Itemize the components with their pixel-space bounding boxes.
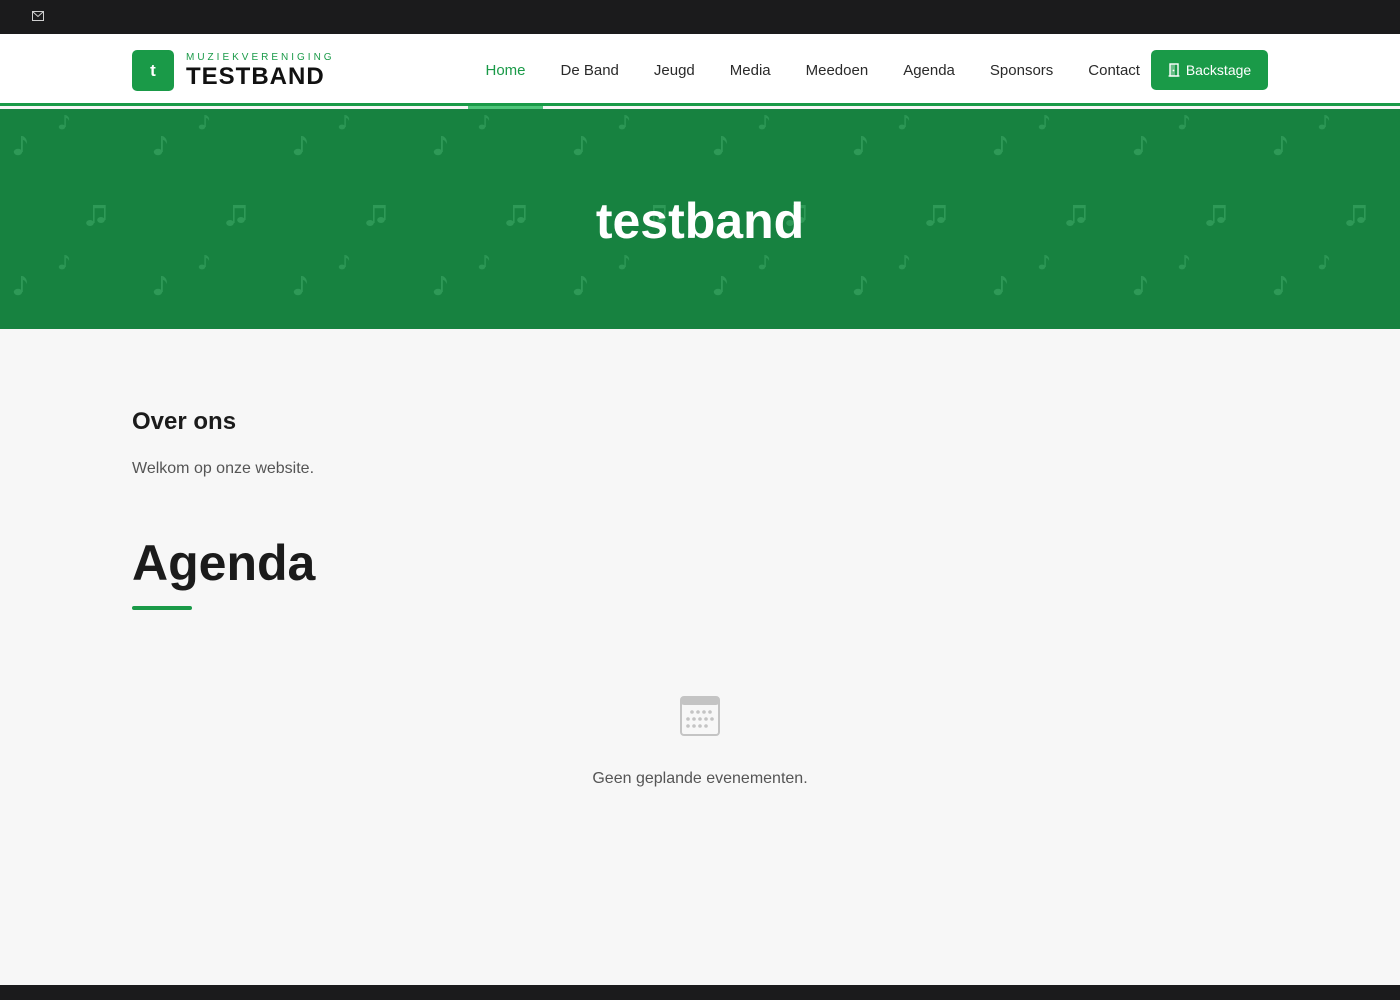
site-logo[interactable]: t MUZIEKVERENIGING TESTBAND xyxy=(132,50,335,91)
door-icon xyxy=(1168,63,1180,77)
nav-item-meedoen[interactable]: Meedoen xyxy=(788,34,886,106)
nav-item-sponsors[interactable]: Sponsors xyxy=(972,34,1070,106)
about-heading: Over ons xyxy=(132,408,237,435)
backstage-button[interactable]: Backstage xyxy=(1151,50,1268,90)
nav-item-jeugd[interactable]: Jeugd xyxy=(636,34,712,106)
site-header: t MUZIEKVERENIGING TESTBAND Home De Band… xyxy=(0,34,1400,109)
logo-subtitle: MUZIEKVERENIGING xyxy=(186,51,335,63)
agenda-underline xyxy=(132,606,192,610)
calendar-icon xyxy=(680,696,720,736)
logo-mark: t xyxy=(132,50,174,91)
top-bar xyxy=(0,0,1400,34)
nav-item-home[interactable]: Home xyxy=(468,34,544,109)
site-footer xyxy=(0,985,1400,1000)
main-nav: Home De Band Jeugd Media Meedoen Agenda … xyxy=(468,34,1158,109)
nav-item-de-band[interactable]: De Band xyxy=(543,34,636,106)
logo-text: MUZIEKVERENIGING TESTBAND xyxy=(186,52,335,90)
envelope-icon[interactable] xyxy=(31,9,45,23)
nav-item-media[interactable]: Media xyxy=(712,34,788,106)
hero-banner: testband xyxy=(0,109,1400,329)
nav-item-agenda[interactable]: Agenda xyxy=(886,34,973,106)
agenda-empty-message: Geen geplande evenementen. xyxy=(592,770,808,787)
hero-title: testband xyxy=(595,193,805,249)
agenda-heading: Agenda xyxy=(132,535,316,591)
backstage-label: Backstage xyxy=(1185,62,1252,78)
logo-name: TESTBAND xyxy=(186,62,325,90)
about-text: Welkom op onze website. xyxy=(132,460,315,477)
nav-item-contact[interactable]: Contact xyxy=(1071,34,1158,106)
